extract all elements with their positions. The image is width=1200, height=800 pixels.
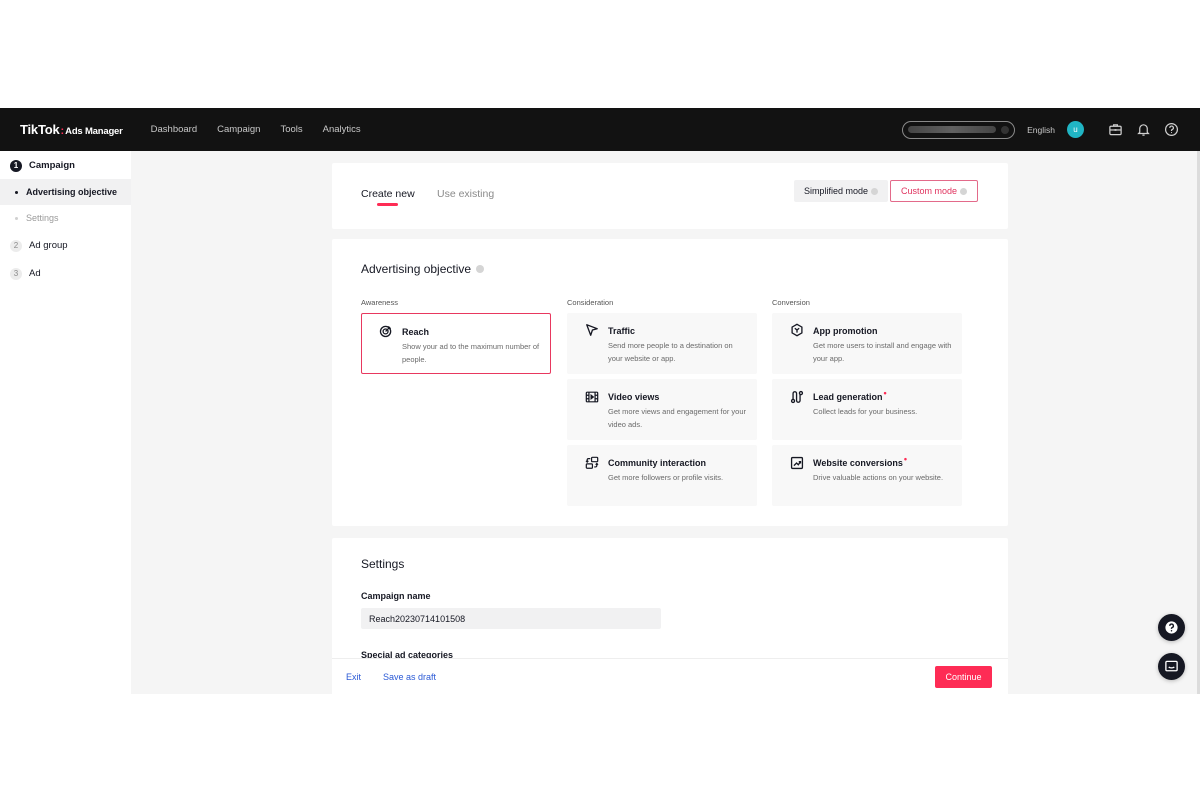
objective-description: Collect leads for your business.: [813, 407, 918, 416]
step-number: 2: [10, 239, 22, 252]
info-icon[interactable]: [960, 187, 967, 195]
advertising-objective-card: Advertising objective Awareness Consider…: [332, 239, 1008, 526]
language-selector[interactable]: English: [1027, 125, 1055, 135]
step-campaign[interactable]: 1 Campaign: [0, 152, 131, 179]
column-label-consideration: Consideration: [567, 298, 614, 307]
account-name-redacted: [908, 126, 997, 133]
required-marker: •: [883, 388, 887, 398]
tab-create-new[interactable]: Create new: [361, 188, 415, 200]
tab-use-existing[interactable]: Use existing: [437, 188, 494, 200]
mode-toggle: Simplified mode Custom mode: [793, 180, 978, 202]
ads-manager-app: TikTok : Ads Manager Dashboard Campaign …: [0, 108, 1200, 694]
video-film-icon: [585, 390, 599, 404]
objective-option-community-interaction[interactable]: Community interaction Get more followers…: [567, 445, 757, 506]
bell-icon[interactable]: [1134, 121, 1152, 139]
objective-option-video-views[interactable]: Video views Get more views and engagemen…: [567, 379, 757, 440]
simplified-mode-button[interactable]: Simplified mode: [793, 180, 888, 202]
step-label: Ad: [29, 268, 41, 279]
objective-title: App promotion: [813, 326, 878, 336]
custom-mode-label: Custom mode: [900, 186, 957, 196]
help-icon[interactable]: [1162, 121, 1180, 139]
bullet-icon: [15, 216, 18, 220]
objective-title: Website conversions•: [813, 455, 907, 469]
account-selector[interactable]: [902, 120, 1016, 139]
substep-label: Settings: [26, 213, 59, 223]
objective-description: Get more followers or profile visits.: [608, 473, 724, 482]
cursor-arrow-icon: [585, 323, 599, 337]
objective-option-reach[interactable]: Reach Show your ad to the maximum number…: [361, 313, 551, 374]
nav-analytics[interactable]: Analytics: [323, 124, 361, 135]
continue-button[interactable]: Continue: [935, 666, 992, 688]
account-dropdown-icon: [1001, 125, 1010, 134]
objective-title: Video views: [608, 392, 660, 402]
lead-path-icon: [790, 390, 804, 404]
main-nav: Dashboard Campaign Tools Analytics: [151, 124, 381, 135]
step-label: Ad group: [29, 240, 68, 251]
nav-tools[interactable]: Tools: [280, 124, 302, 135]
campaign-name-label: Campaign name: [361, 591, 431, 601]
target-icon: [379, 324, 393, 338]
campaign-steps-sidebar: 1 Campaign Advertising objective Setting…: [0, 151, 131, 694]
logo-brand: TikTok: [20, 122, 60, 137]
objective-title-text: Lead generation: [813, 392, 883, 402]
required-marker: •: [903, 454, 908, 464]
top-navigation-bar: TikTok : Ads Manager Dashboard Campaign …: [0, 108, 1200, 151]
help-floating-button[interactable]: [1158, 614, 1185, 641]
step-label: Campaign: [29, 160, 75, 171]
campaign-name-input[interactable]: [361, 608, 661, 629]
step-number: 3: [10, 267, 22, 280]
settings-title: Settings: [361, 557, 405, 571]
objective-description: Get more users to install and engage wit…: [813, 341, 952, 363]
exit-link[interactable]: Exit: [346, 672, 361, 682]
message-icon: [1165, 660, 1178, 672]
step-number: 1: [10, 159, 22, 172]
community-swap-icon: [585, 456, 599, 470]
objective-title-text: Website conversions: [813, 458, 903, 468]
info-icon[interactable]: [870, 187, 878, 195]
tiktok-ads-manager-logo[interactable]: TikTok : Ads Manager: [20, 122, 123, 137]
substep-settings[interactable]: Settings: [0, 205, 131, 231]
app-hexagon-icon: [790, 323, 804, 337]
objective-title: Lead generation•: [813, 389, 887, 403]
step-ad[interactable]: 3 Ad: [0, 260, 131, 287]
objective-description: Show your ad to the maximum number of pe…: [402, 342, 540, 364]
bullet-icon: [15, 190, 18, 194]
section-title-text: Advertising objective: [361, 262, 472, 276]
settings-card: Settings Campaign name Special ad catego…: [332, 538, 1008, 668]
simplified-mode-label: Simplified mode: [803, 186, 868, 196]
question-icon: [1165, 621, 1178, 634]
briefcase-icon[interactable]: [1106, 121, 1124, 139]
objective-option-app-promotion[interactable]: App promotion Get more users to install …: [772, 313, 962, 374]
substep-label: Advertising objective: [26, 187, 118, 197]
info-icon[interactable]: [476, 265, 485, 273]
trend-chart-icon: [790, 456, 804, 470]
logo-separator: :: [60, 125, 65, 137]
objective-option-traffic[interactable]: Traffic Send more people to a destinatio…: [567, 313, 757, 374]
objective-title: Reach: [402, 327, 430, 337]
substep-advertising-objective[interactable]: Advertising objective: [0, 179, 131, 205]
step-ad-group[interactable]: 2 Ad group: [0, 232, 131, 259]
nav-dashboard[interactable]: Dashboard: [151, 124, 197, 135]
nav-campaign[interactable]: Campaign: [217, 124, 260, 135]
column-label-conversion: Conversion: [772, 298, 810, 307]
advertising-objective-title: Advertising objective: [361, 262, 485, 276]
bottom-action-bar: Exit Save as draft Continue: [332, 658, 1008, 694]
objective-description: Send more people to a destination on you…: [608, 341, 733, 363]
create-mode-card: Create new Use existing Simplified mode …: [332, 163, 1008, 229]
header-actions: English u: [902, 108, 1180, 151]
objective-description: Drive valuable actions on your website.: [813, 473, 944, 482]
chat-floating-button[interactable]: [1158, 653, 1185, 680]
user-avatar[interactable]: u: [1067, 121, 1084, 138]
objective-option-lead-generation[interactable]: Lead generation• Collect leads for your …: [772, 379, 962, 440]
active-tab-indicator: [377, 203, 398, 206]
objective-title: Traffic: [608, 326, 636, 336]
custom-mode-button[interactable]: Custom mode: [889, 180, 978, 202]
objective-description: Get more views and engagement for your v…: [608, 407, 746, 429]
objective-option-website-conversions[interactable]: Website conversions• Drive valuable acti…: [772, 445, 962, 506]
logo-product: Ads Manager: [65, 126, 123, 137]
objective-title: Community interaction: [608, 458, 707, 468]
column-label-awareness: Awareness: [361, 298, 398, 307]
save-as-draft-link[interactable]: Save as draft: [383, 672, 436, 682]
